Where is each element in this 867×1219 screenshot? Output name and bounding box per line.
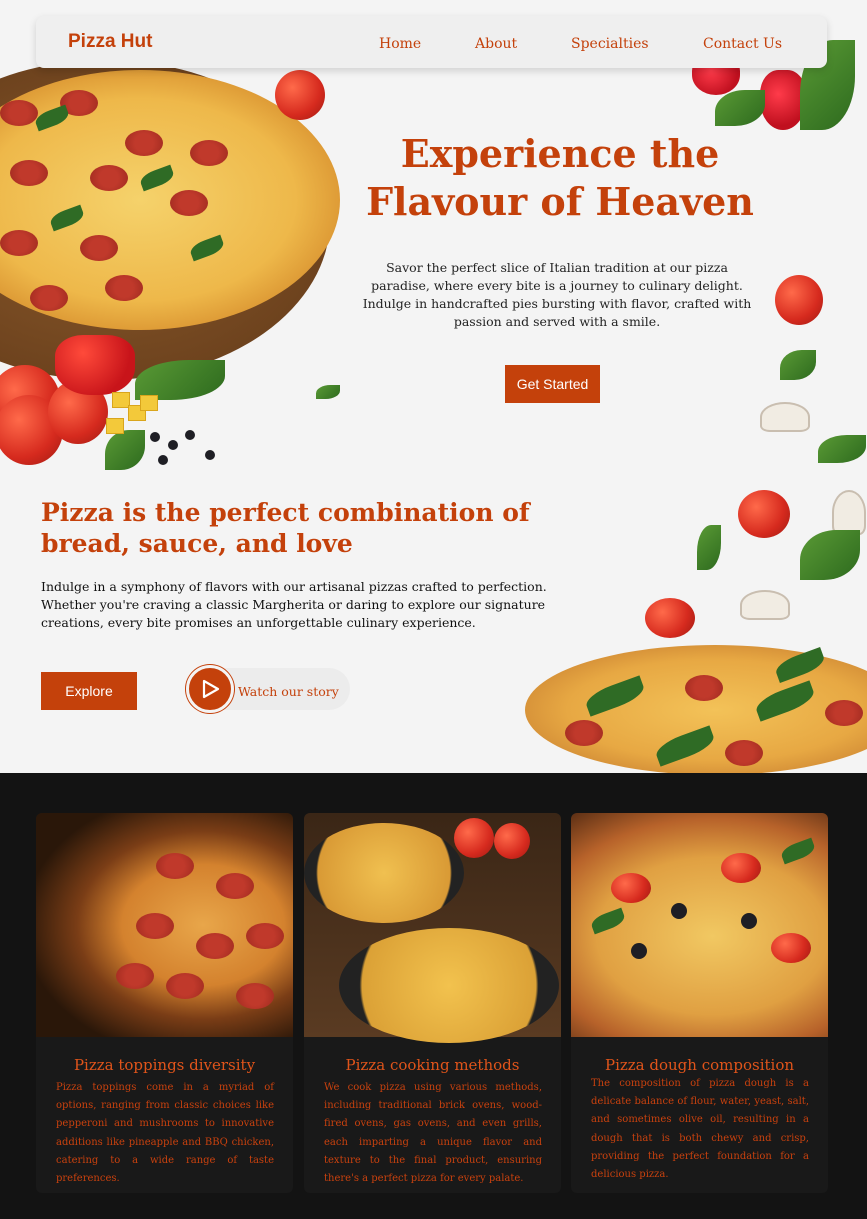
card-title: Pizza toppings diversity — [73, 1056, 256, 1074]
veggie-pizza-image — [525, 645, 867, 773]
explore-button[interactable]: Explore — [41, 672, 137, 710]
nav-link-specialties[interactable]: Specialties — [571, 36, 649, 52]
tomato-image — [738, 490, 790, 538]
basil-leaf-image — [818, 435, 866, 463]
veggie-pizzas-image — [304, 813, 561, 1043]
watch-story-label: Watch our story — [238, 684, 339, 699]
hero-title: Experience the Flavour of Heaven — [345, 130, 775, 226]
features-section: Pizza toppings diversity Pizza toppings … — [0, 773, 867, 1219]
play-icon[interactable] — [186, 665, 234, 713]
card-title: Pizza dough composition — [604, 1056, 795, 1074]
hero-section: Pizza Hut Home About Specialties Contact… — [0, 0, 867, 773]
hero-description: Savor the perfect slice of Italian tradi… — [362, 260, 752, 329]
brand-logo[interactable]: Pizza Hut — [68, 31, 152, 53]
basil-leaf-image — [105, 430, 145, 470]
watch-story-button[interactable]: Watch our story — [186, 665, 350, 713]
feature-card: Pizza cooking methods We cook pizza usin… — [304, 813, 561, 1193]
card-text: We cook pizza using various methods, inc… — [324, 1082, 542, 1185]
mushroom-image — [740, 590, 790, 620]
red-pepper-image — [55, 335, 135, 395]
pepperoni-pizza-image — [36, 813, 293, 1037]
tomato-image — [645, 598, 695, 638]
card-title: Pizza cooking methods — [345, 1056, 520, 1074]
get-started-button[interactable]: Get Started — [505, 365, 600, 403]
supreme-pizza-image — [571, 813, 828, 1037]
intro-description: Indulge in a symphony of flavors with ou… — [41, 579, 547, 630]
feature-card: Pizza toppings diversity Pizza toppings … — [36, 813, 293, 1193]
basil-leaf-image — [697, 525, 721, 570]
nav-link-contact[interactable]: Contact Us — [703, 36, 782, 52]
card-text: The composition of pizza dough is a deli… — [591, 1078, 809, 1181]
feature-card: Pizza dough composition The composition … — [571, 813, 828, 1193]
basil-leaf-image — [800, 530, 860, 580]
card-text: Pizza toppings come in a myriad of optio… — [56, 1082, 274, 1185]
basil-leaf-image — [316, 385, 340, 399]
hero-title-line1: Experience the — [400, 131, 720, 176]
hero-title-line2: Flavour of Heaven — [366, 179, 754, 224]
navbar: Pizza Hut Home About Specialties Contact… — [36, 16, 827, 68]
nav-link-home[interactable]: Home — [379, 36, 421, 52]
intro-title: Pizza is the perfect combination of brea… — [41, 498, 530, 558]
nav-link-about[interactable]: About — [475, 36, 517, 52]
mushroom-image — [760, 402, 810, 432]
tomato-image — [275, 70, 325, 120]
basil-leaf-image — [780, 350, 816, 380]
leaf-image — [715, 90, 765, 126]
mushroom-image — [832, 490, 866, 535]
tomato-image — [775, 275, 823, 325]
